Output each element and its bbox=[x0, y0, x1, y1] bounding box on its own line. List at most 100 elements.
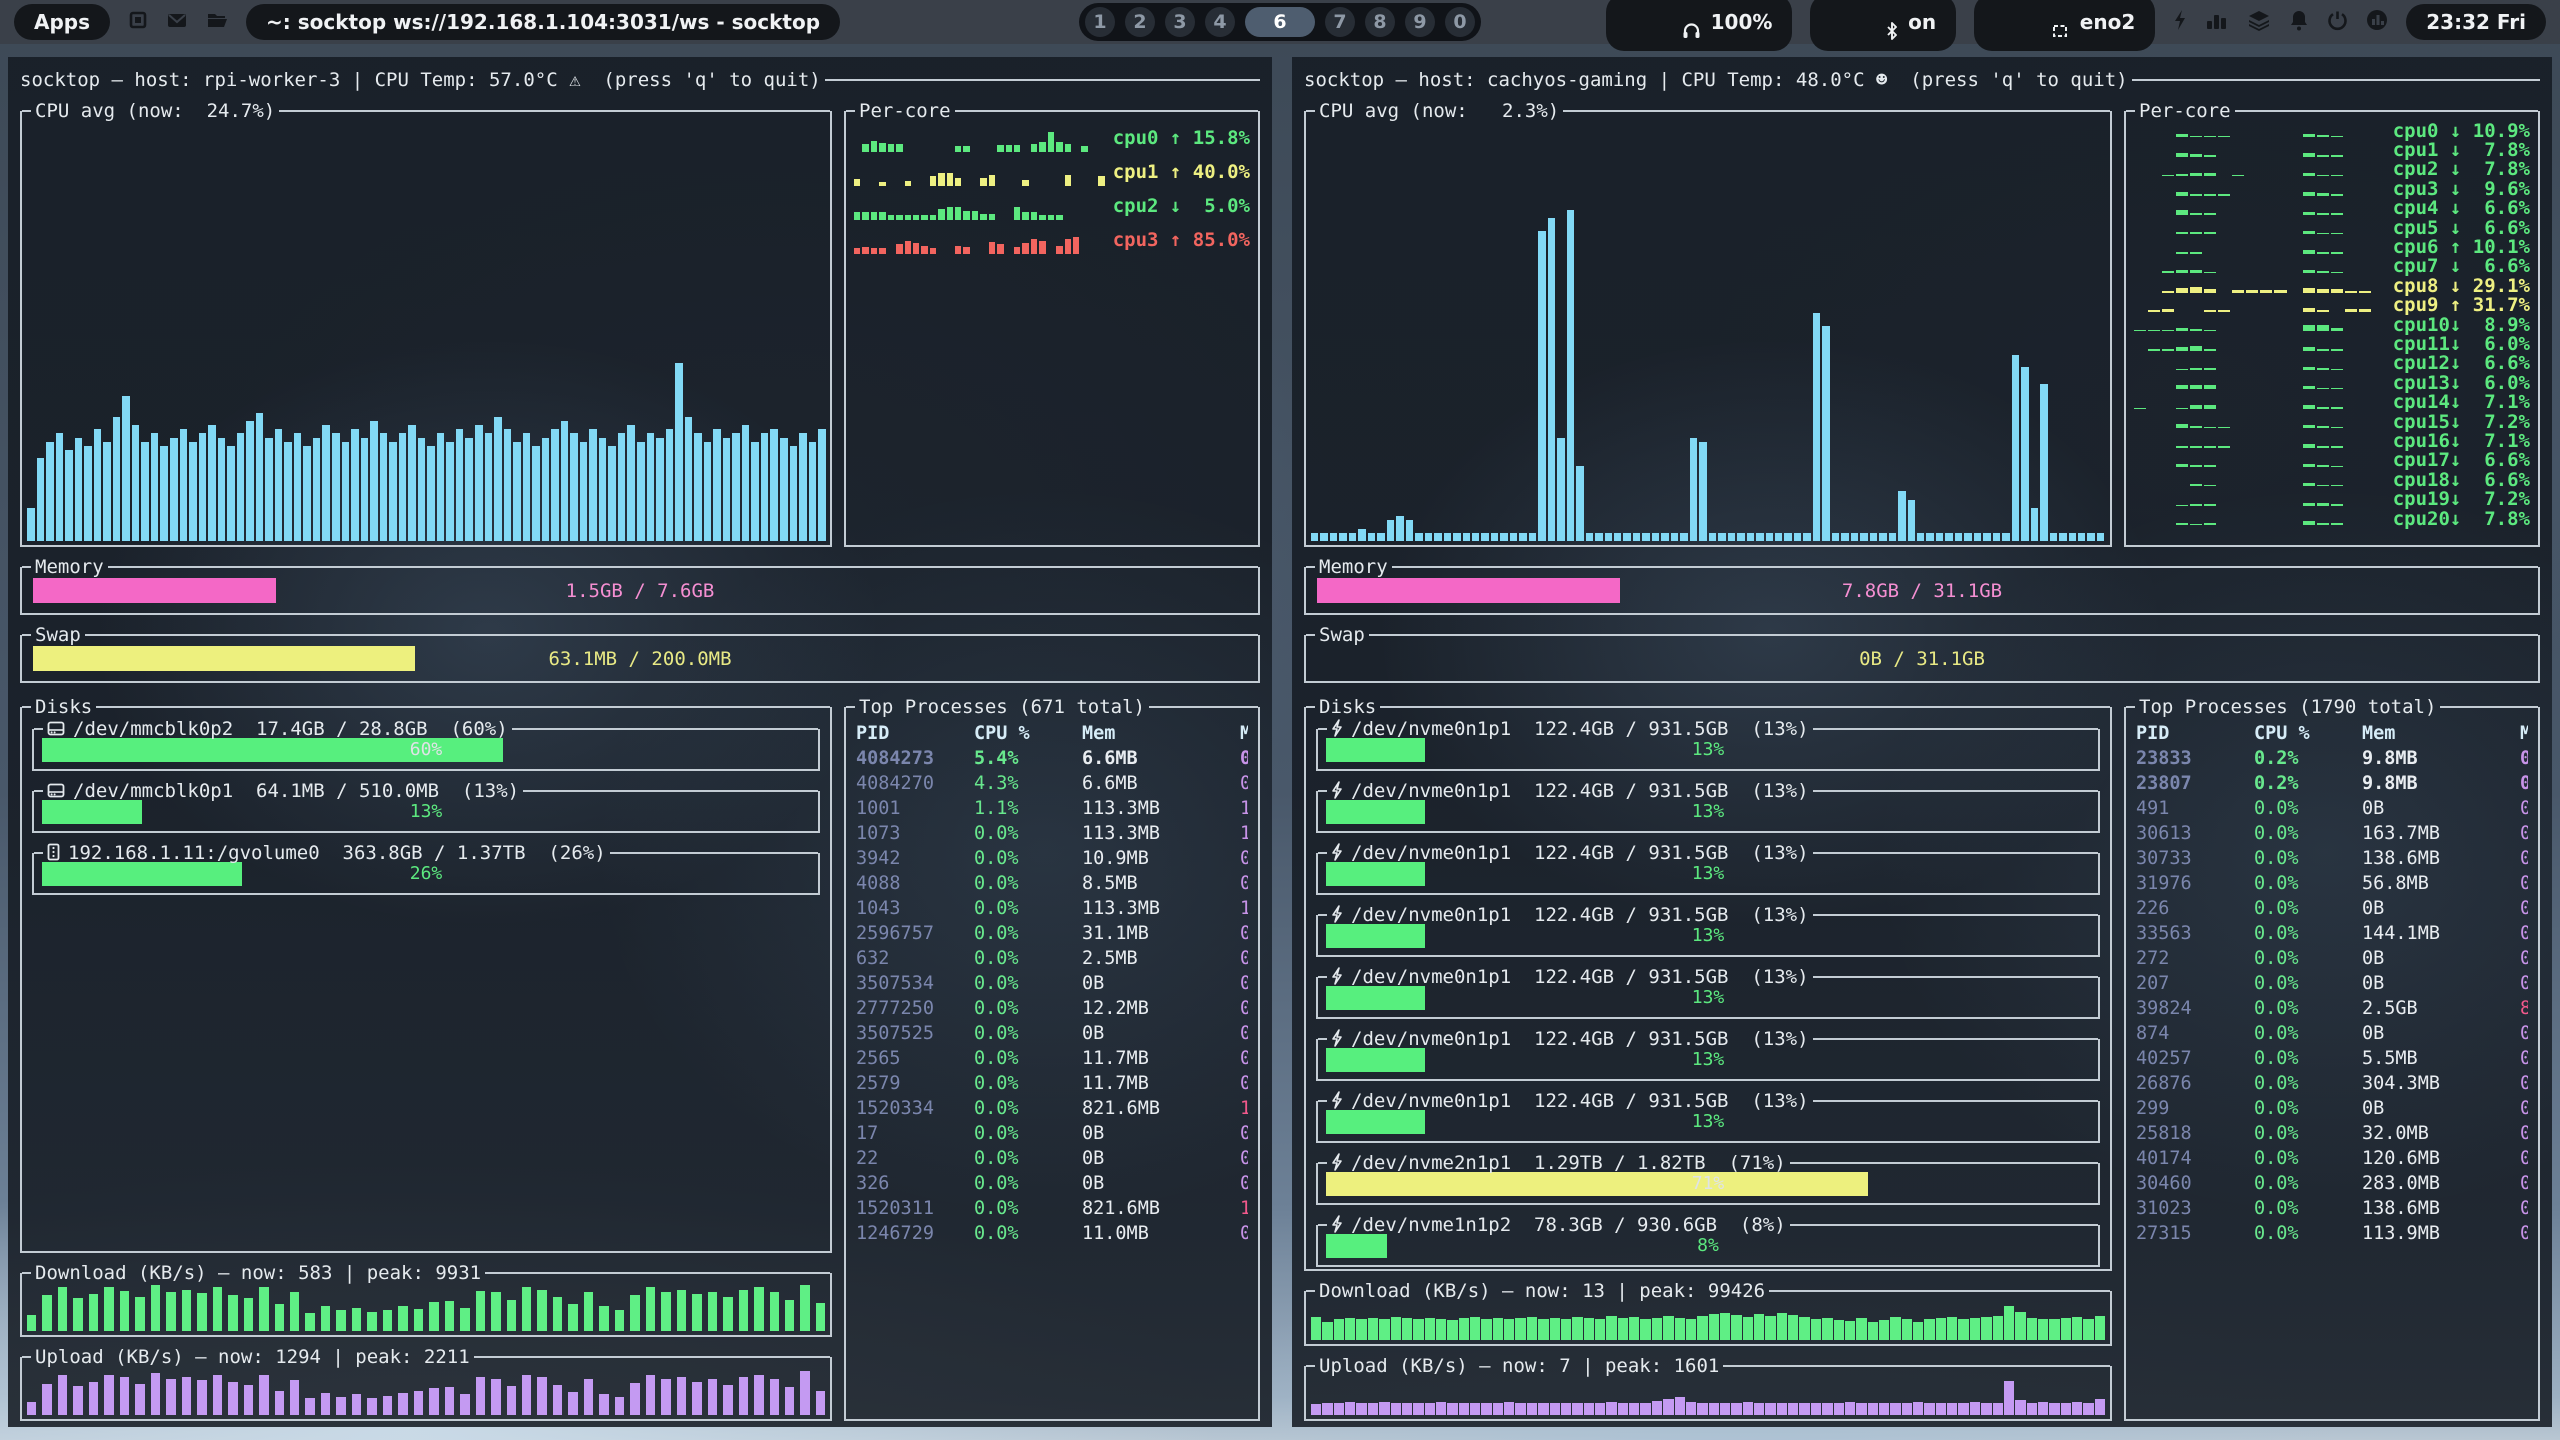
process-cell: 1001 bbox=[856, 796, 974, 821]
process-cell: 0.00% bbox=[2520, 896, 2528, 921]
cpu-avg-chart bbox=[1311, 127, 2105, 541]
workspace-button-7[interactable]: 7 bbox=[1325, 7, 1355, 37]
process-cell: 0B bbox=[1082, 1171, 1240, 1196]
process-cell: 0.0% bbox=[974, 1121, 1082, 1146]
upload-chart bbox=[27, 1369, 825, 1415]
workspace-button-2[interactable]: 2 bbox=[1125, 7, 1155, 37]
process-cell: 272 bbox=[2136, 946, 2254, 971]
process-cell: 0B bbox=[1082, 971, 1240, 996]
process-cell: 2565 bbox=[856, 1046, 974, 1071]
process-cell: 491 bbox=[2136, 796, 2254, 821]
usage-monitor-icon[interactable] bbox=[2366, 9, 2388, 35]
process-cell: 0.0% bbox=[974, 1021, 1082, 1046]
taskbar-left: Apps ~: socktop ws://192.168.1.104:3031/… bbox=[14, 4, 840, 40]
cpu-avg-chart bbox=[27, 127, 825, 541]
process-cell: 0.0% bbox=[2254, 871, 2362, 896]
process-cell: 6.6MB bbox=[1082, 771, 1240, 796]
workspace-button-9[interactable]: 9 bbox=[1405, 7, 1435, 37]
taskbar-tray: 100% on eno2 23:32 Fri bbox=[1606, 0, 2546, 51]
bluetooth-icon bbox=[1830, 2, 1898, 43]
process-cell: 0.0% bbox=[2254, 1021, 2362, 1046]
socktop-header-left: socktop — host: rpi-worker-3 | CPU Temp:… bbox=[20, 65, 1260, 95]
process-cell: 0.0% bbox=[974, 1146, 1082, 1171]
process-cell: 5.4% bbox=[974, 746, 1082, 771]
disk-entry: /dev/nvme0n1p1 122.4GB / 931.5GB (13%)13… bbox=[1316, 853, 2100, 895]
core-label: cpu1 ↑ 40.0% bbox=[1113, 160, 1250, 184]
process-cell: 0.0% bbox=[974, 871, 1082, 896]
disk-percent-label: 13% bbox=[1326, 862, 2090, 886]
cpu-avg-box: CPU avg (now: 2.3%) bbox=[1304, 111, 2112, 547]
process-cell: 0.44% bbox=[2520, 1196, 2528, 1221]
power-icon[interactable] bbox=[2327, 10, 2348, 35]
core-label: cpu0 ↑ 15.8% bbox=[1113, 126, 1250, 150]
window-icon[interactable] bbox=[128, 10, 148, 34]
process-cell: 0.0% bbox=[2254, 971, 2362, 996]
workspace-button-3[interactable]: 3 bbox=[1165, 7, 1195, 37]
process-cell: 0.16% bbox=[1240, 996, 1248, 1021]
process-cell: 40257 bbox=[2136, 1046, 2254, 1071]
workspace-button-1[interactable]: 1 bbox=[1085, 7, 1115, 37]
process-cell: 11.0MB bbox=[1082, 1221, 1240, 1246]
process-cell: 31976 bbox=[2136, 871, 2254, 896]
process-cell: 207 bbox=[2136, 971, 2254, 996]
process-cell: 1073 bbox=[856, 821, 974, 846]
process-cell: 0.0% bbox=[2254, 996, 2362, 1021]
layers-icon[interactable] bbox=[2247, 9, 2271, 35]
process-cell: 0.0% bbox=[974, 1221, 1082, 1246]
process-cell: 0.89% bbox=[2520, 1171, 2528, 1196]
process-cell: 138.6MB bbox=[2362, 846, 2520, 871]
workspace-button-4[interactable]: 4 bbox=[1205, 7, 1235, 37]
process-cell: 0.36% bbox=[2520, 1221, 2528, 1246]
download-title: Download (KB/s) — now: 583 | peak: 9931 bbox=[31, 1261, 485, 1285]
power-profile-icon[interactable] bbox=[2173, 9, 2187, 35]
workspace-button-0[interactable]: 0 bbox=[1445, 7, 1475, 37]
process-cell: 0.00% bbox=[2520, 1096, 2528, 1121]
volume-pill[interactable]: 100% bbox=[1606, 0, 1793, 51]
process-cell: 0.11% bbox=[1240, 871, 1248, 896]
mail-icon[interactable] bbox=[166, 10, 188, 34]
disk-entry: 192.168.1.11:/gvolume0 363.8GB / 1.37TB … bbox=[32, 853, 820, 895]
bluetooth-pill[interactable]: on bbox=[1810, 0, 1956, 51]
memory-box: Memory 7.8GB / 31.1GB bbox=[1304, 567, 2540, 615]
network-pill[interactable]: eno2 bbox=[1974, 0, 2155, 51]
top-processes-title: Top Processes (671 total) bbox=[855, 695, 1149, 719]
core-label: cpu2 ↓ 5.0% bbox=[1113, 194, 1250, 218]
process-cell: 113.9MB bbox=[2362, 1221, 2520, 1246]
clock-pill[interactable]: 23:32 Fri bbox=[2406, 4, 2546, 40]
process-table: PIDCPU %MemMem %40842735.4%6.6MB0.08%408… bbox=[856, 721, 1248, 1246]
per-core-list: cpu0 ↑ 15.8%cpu1 ↑ 40.0%cpu2 ↓ 5.0%cpu3 … bbox=[854, 121, 1250, 257]
active-window-title[interactable]: ~: socktop ws://192.168.1.104:3031/ws - … bbox=[246, 4, 840, 40]
process-cell: 6.6MB bbox=[1082, 746, 1240, 771]
memory-title: Memory bbox=[1315, 555, 1392, 579]
network-name: eno2 bbox=[2080, 12, 2135, 32]
process-cell: 0.45% bbox=[2520, 921, 2528, 946]
process-cell: 0.96% bbox=[2520, 1071, 2528, 1096]
disks-box: Disks /dev/nvme0n1p1 122.4GB / 931.5GB (… bbox=[1304, 707, 2112, 1271]
flash-icon bbox=[1331, 1028, 1351, 1050]
process-cell: 0.00% bbox=[2520, 946, 2528, 971]
process-cell: 299 bbox=[2136, 1096, 2254, 1121]
process-cell: 0.08% bbox=[1240, 746, 1248, 771]
terminal-window-right[interactable]: socktop — host: cachyos-gaming | CPU Tem… bbox=[1292, 57, 2552, 1427]
process-cell: 2777250 bbox=[856, 996, 974, 1021]
ethernet-icon bbox=[1994, 2, 2070, 43]
process-cell: 26876 bbox=[2136, 1071, 2254, 1096]
process-cell: 9.8MB bbox=[2362, 771, 2520, 796]
process-cell: 0B bbox=[1082, 1146, 1240, 1171]
process-cell: 3507525 bbox=[856, 1021, 974, 1046]
notifications-bell-icon[interactable] bbox=[2289, 9, 2309, 35]
terminal-window-left[interactable]: socktop — host: rpi-worker-3 | CPU Temp:… bbox=[8, 57, 1272, 1427]
workspace-switcher: 123467890 bbox=[1079, 3, 1481, 41]
disks-list: /dev/nvme0n1p1 122.4GB / 931.5GB (13%)13… bbox=[1316, 729, 2100, 1267]
workspace-button-8[interactable]: 8 bbox=[1365, 7, 1395, 37]
process-cell: 4084270 bbox=[856, 771, 974, 796]
process-cell: 0B bbox=[2362, 946, 2520, 971]
disk-entry: /dev/nvme0n1p1 122.4GB / 931.5GB (13%)13… bbox=[1316, 1101, 2100, 1143]
workspace-button-6[interactable]: 6 bbox=[1245, 7, 1315, 37]
audio-levels-icon[interactable] bbox=[2205, 9, 2229, 35]
process-cell: 0.14% bbox=[1240, 846, 1248, 871]
upload-title: Upload (KB/s) — now: 1294 | peak: 2211 bbox=[31, 1345, 474, 1369]
folder-icon[interactable] bbox=[206, 10, 228, 34]
apps-button[interactable]: Apps bbox=[14, 4, 110, 40]
process-cell: 0.51% bbox=[2520, 821, 2528, 846]
